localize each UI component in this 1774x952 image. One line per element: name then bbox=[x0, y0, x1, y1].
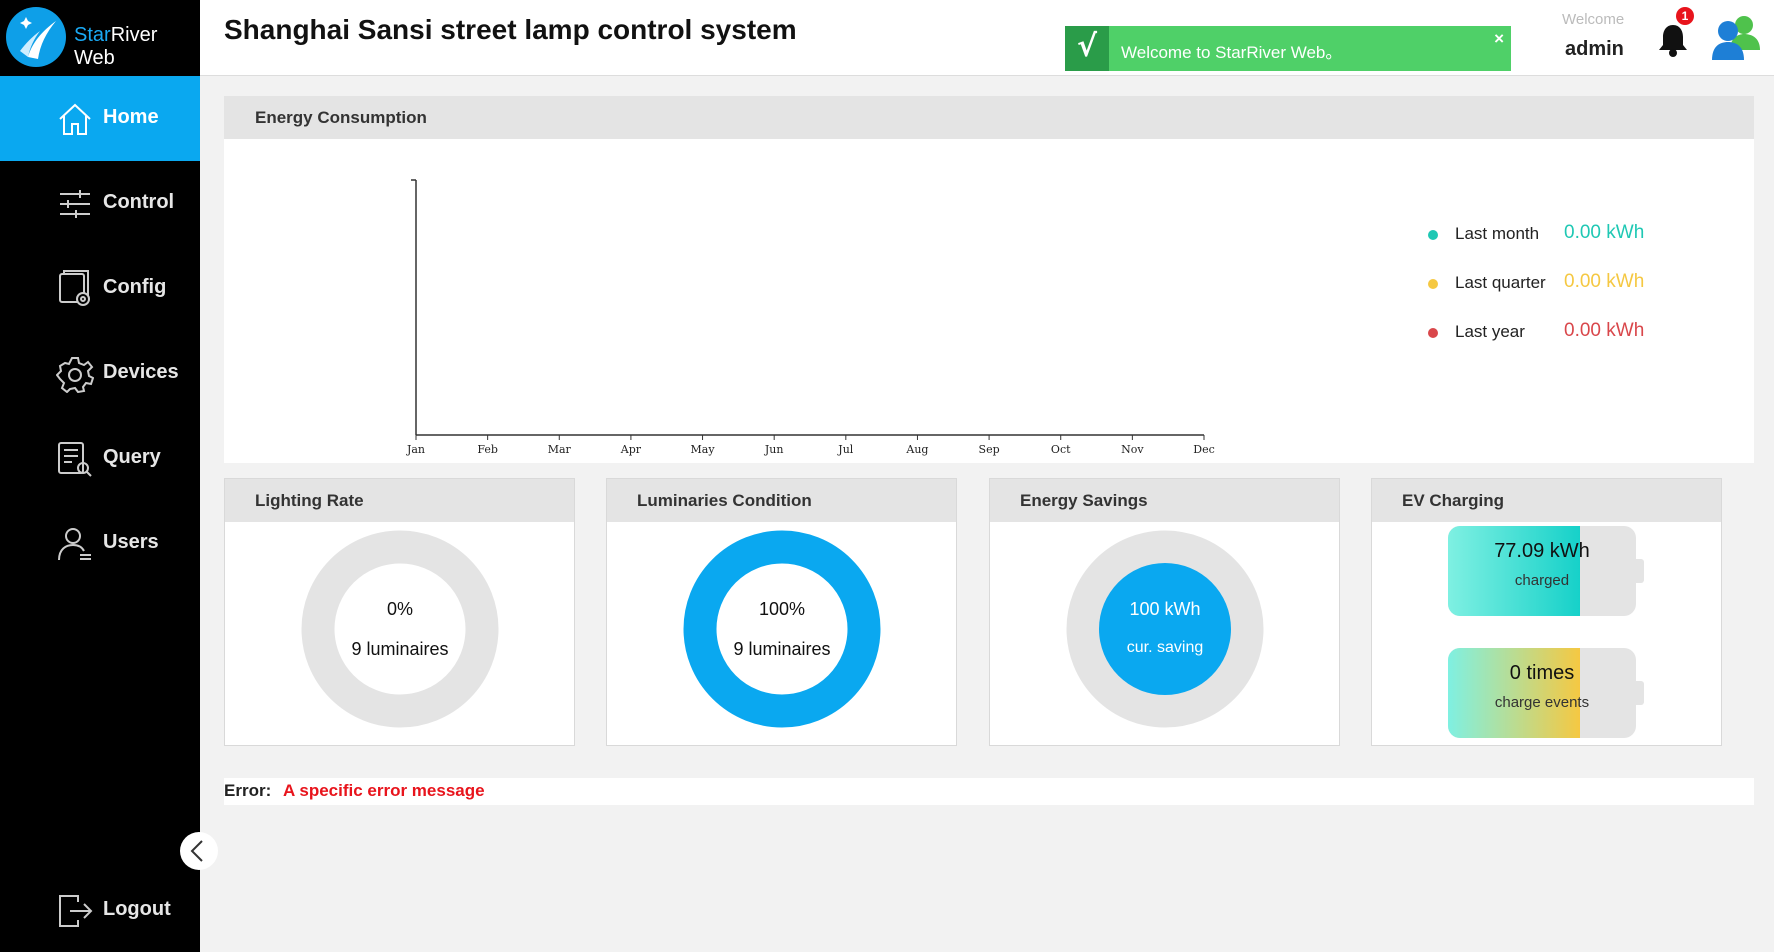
card-title: Lighting Rate bbox=[255, 491, 364, 510]
user-name: admin bbox=[1565, 38, 1624, 60]
logo-icon bbox=[6, 7, 66, 67]
legend-dot bbox=[1428, 230, 1438, 240]
charge-events-battery: 0 times charge events bbox=[1448, 648, 1644, 738]
sidebar-item-config[interactable]: Config bbox=[0, 246, 200, 331]
charged-battery: 77.09 kWh charged bbox=[1448, 526, 1644, 616]
card-header: Lighting Rate bbox=[225, 479, 574, 522]
x-tick-label: Jan bbox=[406, 443, 425, 456]
lighting-rate-count: 9 luminaires bbox=[351, 639, 449, 659]
close-icon[interactable]: × bbox=[1494, 29, 1504, 49]
sliders-icon bbox=[56, 185, 94, 223]
legend-value: 0.00 kWh bbox=[1564, 222, 1645, 243]
legend-value: 0.00 kWh bbox=[1564, 271, 1645, 292]
sidebar-item-label: Control bbox=[103, 191, 175, 213]
toast-message: Welcome to StarRiver Web。 bbox=[1121, 43, 1343, 62]
sidebar-item-query[interactable]: Query bbox=[0, 416, 200, 501]
x-tick-label: Oct bbox=[1051, 443, 1071, 456]
sidebar-item-users[interactable]: Users bbox=[0, 501, 200, 586]
x-tick-label: Aug bbox=[905, 443, 928, 456]
sidebar-item-label: Config bbox=[103, 276, 167, 298]
luminaries-count: 9 luminaires bbox=[733, 639, 831, 659]
luminaries-condition-donut bbox=[683, 530, 881, 728]
x-tick-label: Dec bbox=[1193, 443, 1215, 456]
sidebar-item-home[interactable]: Home bbox=[0, 76, 200, 161]
card-title: Luminaries Condition bbox=[637, 491, 812, 510]
error-message: A specific error message bbox=[283, 781, 485, 800]
page-title: Shanghai Sansi street lamp control syste… bbox=[224, 14, 797, 45]
card-header: Luminaries Condition bbox=[607, 479, 956, 522]
brand-name: StarRiver Web bbox=[74, 24, 158, 69]
lighting-rate-percent: 0% bbox=[386, 599, 413, 619]
card-header: Energy Savings bbox=[990, 479, 1339, 522]
users-icon[interactable] bbox=[1710, 14, 1762, 62]
legend-dot bbox=[1428, 279, 1438, 289]
logo: StarRiver Web bbox=[0, 0, 200, 76]
notification-badge: 1 bbox=[1676, 7, 1694, 25]
energy-savings-card: Energy Savings 100 kWh cur. saving bbox=[989, 478, 1340, 746]
luminaries-percent: 100% bbox=[758, 599, 806, 619]
card-title: Energy Savings bbox=[1020, 491, 1148, 510]
legend-name: Last quarter bbox=[1455, 273, 1546, 292]
sidebar-item-label: Devices bbox=[103, 361, 179, 383]
legend-value: 0.00 kWh bbox=[1564, 320, 1645, 341]
battery-tip bbox=[1636, 681, 1644, 705]
ev-charging-card: EV Charging 77.09 kWh charged 0 times ch… bbox=[1371, 478, 1722, 746]
legend-name: Last month bbox=[1455, 224, 1540, 243]
card-title: EV Charging bbox=[1402, 491, 1505, 510]
user-icon bbox=[56, 525, 94, 563]
home-icon bbox=[56, 100, 94, 138]
welcome-toast: √ Welcome to StarRiver Web。 × bbox=[1065, 26, 1511, 71]
energy-consumption-title: Energy Consumption bbox=[255, 108, 427, 127]
welcome-label: Welcome bbox=[1562, 11, 1625, 28]
logout-button[interactable]: Logout bbox=[0, 876, 200, 946]
config-icon bbox=[56, 270, 94, 308]
sidebar-item-control[interactable]: Control bbox=[0, 161, 200, 246]
events-caption: charge events bbox=[1494, 694, 1590, 711]
sidebar: StarRiver Web Home Control Config Device… bbox=[0, 0, 200, 952]
battery-tip bbox=[1636, 559, 1644, 583]
legend-name: Last year bbox=[1455, 322, 1525, 341]
header: Shanghai Sansi street lamp control syste… bbox=[200, 0, 1774, 76]
energy-consumption-header: Energy Consumption bbox=[224, 96, 1754, 139]
x-tick-label: Sep bbox=[979, 443, 1000, 456]
lighting-rate-card: Lighting Rate 0% 9 luminaires bbox=[224, 478, 575, 746]
query-icon bbox=[56, 440, 94, 478]
energy-savings-value: 100 kWh bbox=[1129, 599, 1201, 619]
bell-icon[interactable] bbox=[1656, 22, 1690, 58]
logout-label: Logout bbox=[103, 898, 171, 920]
x-tick-label: May bbox=[691, 443, 716, 456]
x-tick-label: Jun bbox=[764, 443, 784, 456]
sidebar-item-label: Home bbox=[103, 106, 159, 128]
x-tick-label: Jul bbox=[837, 443, 853, 456]
energy-savings-caption: cur. saving bbox=[1126, 639, 1204, 656]
error-label: Error: bbox=[224, 781, 272, 800]
legend-dot bbox=[1428, 328, 1438, 338]
chevron-left-icon bbox=[190, 840, 203, 862]
logout-icon bbox=[56, 892, 94, 930]
sidebar-item-label: Users bbox=[103, 531, 159, 553]
luminaries-condition-card: Luminaries Condition 100% 9 luminaires bbox=[606, 478, 957, 746]
energy-chart: Jan Feb Mar Apr May Jun Jul Aug Sep Oct Nov Dec bbox=[406, 179, 1215, 456]
check-icon: √ bbox=[1065, 26, 1109, 71]
collapse-sidebar-button[interactable] bbox=[180, 832, 218, 870]
sidebar-item-label: Query bbox=[103, 446, 161, 468]
x-tick-label: Nov bbox=[1121, 443, 1144, 456]
card-header: EV Charging bbox=[1372, 479, 1721, 522]
energy-consumption-panel: Jan Feb Mar Apr May Jun Jul Aug Sep Oct Nov Dec Las… bbox=[224, 139, 1754, 463]
gear-icon bbox=[55, 355, 95, 394]
charged-caption: charged bbox=[1514, 572, 1570, 589]
charged-value: 77.09 kWh bbox=[1494, 540, 1590, 562]
events-value: 0 times bbox=[1509, 662, 1575, 684]
x-tick-label: Mar bbox=[548, 443, 572, 456]
sidebar-item-devices[interactable]: Devices bbox=[0, 331, 200, 416]
x-tick-label: Apr bbox=[620, 443, 642, 456]
lighting-rate-donut bbox=[301, 530, 499, 728]
energy-savings-gauge bbox=[1066, 530, 1264, 728]
error-row: Error: A specific error message bbox=[224, 778, 1754, 805]
x-tick-label: Feb bbox=[477, 443, 498, 456]
